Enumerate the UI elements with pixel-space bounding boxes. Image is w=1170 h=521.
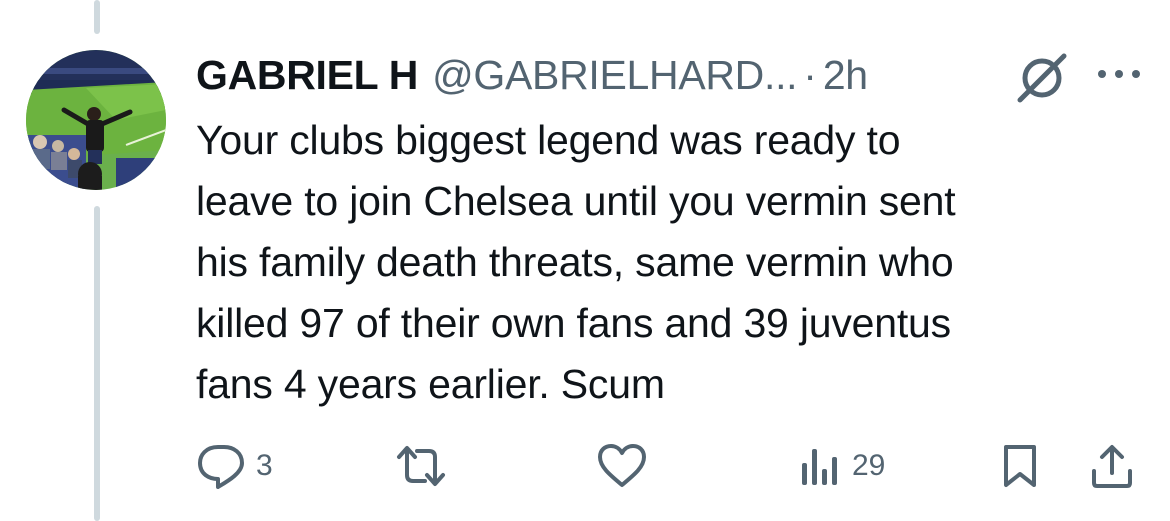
reply-count: 3: [256, 449, 273, 482]
like-icon: [598, 444, 646, 487]
avatar[interactable]: [26, 50, 166, 190]
bookmark-icon: [1004, 445, 1036, 487]
views-icon: [802, 449, 837, 485]
reply-icon: [198, 445, 244, 489]
action-bar: 3 29: [0, 438, 1170, 494]
share-button[interactable]: [1088, 438, 1136, 494]
tweet-text: Your clubs biggest legend was ready to l…: [196, 117, 956, 407]
grok-icon[interactable]: [1014, 50, 1070, 104]
like-button[interactable]: [596, 438, 648, 494]
user-handle[interactable]: @GABRIELHARD...: [432, 52, 798, 99]
tweet-header: GABRIEL H @GABRIELHARD... · 2h: [196, 50, 868, 100]
reply-button[interactable]: 3: [196, 438, 273, 494]
share-icon: [1092, 445, 1132, 488]
separator-dot: ·: [803, 51, 817, 98]
view-count: 29: [852, 449, 886, 482]
retweet-button[interactable]: [393, 438, 449, 494]
more-icon[interactable]: [1094, 64, 1144, 84]
views-button[interactable]: 29: [796, 438, 885, 494]
avatar-image: [26, 50, 166, 190]
thread-line-top: [94, 0, 100, 34]
retweet-icon: [397, 446, 445, 486]
bookmark-button[interactable]: [998, 438, 1042, 494]
display-name[interactable]: GABRIEL H: [196, 52, 418, 99]
timestamp[interactable]: 2h: [823, 52, 868, 99]
